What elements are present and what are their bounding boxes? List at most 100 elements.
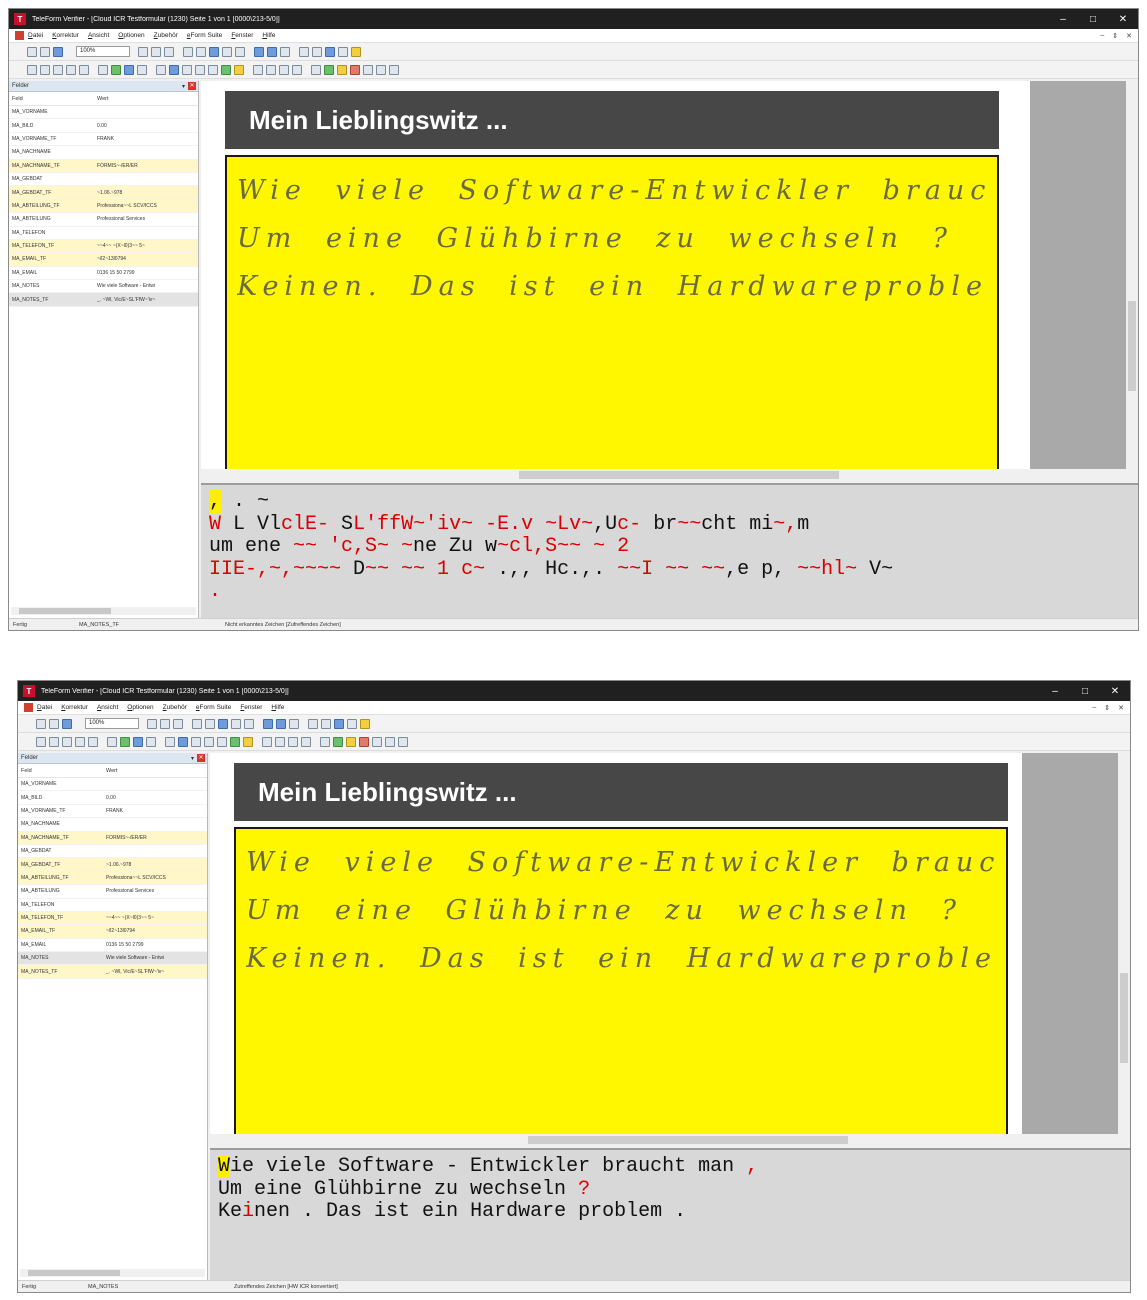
- maximize-button[interactable]: □: [1078, 14, 1108, 25]
- menu-item[interactable]: Fenster: [240, 704, 262, 711]
- reset-icon[interactable]: [88, 736, 98, 747]
- field-row[interactable]: MA_NOTES Wie viele Software - Entwi: [18, 952, 207, 966]
- flag-icon[interactable]: [359, 736, 369, 747]
- copy-icon[interactable]: [62, 718, 72, 729]
- grid-icon[interactable]: [320, 736, 330, 747]
- menu-item[interactable]: eForm Suite: [196, 704, 231, 711]
- minimize-button[interactable]: –: [1048, 14, 1078, 25]
- menu-item[interactable]: Datei: [28, 32, 43, 39]
- field-row[interactable]: MA_ABTEILUNG_TF Professiona~~L SCV/ICCS: [9, 199, 198, 214]
- menu-item[interactable]: Zubehör: [163, 704, 187, 711]
- undo-icon[interactable]: [53, 64, 63, 75]
- menu-item[interactable]: Fenster: [231, 32, 253, 39]
- ocr-line[interactable]: IIE-,~,~~~~ D~~ ~~ 1 c~ .,, Hc.,. ~~I ~~…: [209, 558, 1130, 582]
- close-icon[interactable]: ✕: [188, 82, 196, 90]
- zoom-select[interactable]: 100%: [85, 718, 139, 729]
- field-row[interactable]: MA_BILD 0.00: [18, 791, 207, 805]
- mdi-close-icon[interactable]: ✕: [1118, 704, 1124, 712]
- fit-page-icon[interactable]: [218, 718, 228, 729]
- field-row[interactable]: MA_GEBDAT: [9, 173, 198, 187]
- menu-item[interactable]: Ansicht: [97, 704, 118, 711]
- form-image-viewer[interactable]: Mein Lieblingswitz ... Wie viele Softwar…: [210, 753, 1130, 1146]
- zoom-out-icon[interactable]: [196, 46, 206, 57]
- fit-page-icon[interactable]: [209, 46, 219, 57]
- field-row[interactable]: MA_VORNAME_TF FRANK: [9, 133, 198, 147]
- mdi-close-icon[interactable]: ✕: [1126, 32, 1132, 40]
- flag-icon[interactable]: [350, 64, 360, 75]
- search-icon[interactable]: [165, 736, 175, 747]
- field-row[interactable]: MA_ABTEILUNG Professional Services: [18, 885, 207, 899]
- field-prev-icon[interactable]: [263, 718, 273, 729]
- reject-icon[interactable]: [40, 64, 50, 75]
- save-icon[interactable]: [36, 718, 46, 729]
- redo-icon[interactable]: [75, 736, 85, 747]
- batch-icon[interactable]: [253, 64, 263, 75]
- filter-icon[interactable]: [376, 64, 386, 75]
- refresh-icon[interactable]: [324, 64, 334, 75]
- column-header-field[interactable]: Feld: [18, 768, 106, 774]
- ocr-line[interactable]: Keinen . Das ist ein Hardware problem .: [218, 1200, 1122, 1224]
- zoom-select[interactable]: 100%: [76, 46, 130, 57]
- zoom-in-icon[interactable]: [183, 46, 193, 57]
- clipboard-icon[interactable]: [137, 64, 147, 75]
- field-row[interactable]: MA_NOTES_TF _. ~Wl, Vic/E~SL'FfW~'iv~: [18, 965, 207, 979]
- split-icon[interactable]: [266, 64, 276, 75]
- column-header-value[interactable]: Wert: [97, 96, 198, 102]
- lock-icon[interactable]: [204, 736, 214, 747]
- prev-page-icon[interactable]: [151, 46, 161, 57]
- viewer-horizontal-scrollbar[interactable]: [201, 469, 1138, 481]
- column-header-value[interactable]: Wert: [106, 768, 207, 774]
- field-row[interactable]: MA_NACHNAME: [9, 146, 198, 160]
- field-row[interactable]: MA_NACHNAME_TF FORMIS~-/ER/ER: [18, 831, 207, 845]
- undo-icon[interactable]: [62, 736, 72, 747]
- split-icon[interactable]: [275, 736, 285, 747]
- find-icon[interactable]: [280, 46, 290, 57]
- mdi-minimize-icon[interactable]: –: [1092, 704, 1096, 712]
- field-next-icon[interactable]: [276, 718, 286, 729]
- scroll-thumb[interactable]: [28, 1270, 120, 1276]
- highlight-icon[interactable]: [351, 46, 361, 57]
- zoom-out-icon[interactable]: [205, 718, 215, 729]
- form-image-viewer[interactable]: Mein Lieblingswitz ... Wie viele Softwar…: [201, 81, 1138, 481]
- batch-icon[interactable]: [262, 736, 272, 747]
- box-mode-icon[interactable]: [182, 64, 192, 75]
- accept-icon[interactable]: [27, 64, 37, 75]
- rotate-icon[interactable]: [244, 718, 254, 729]
- close-button[interactable]: ✕: [1108, 14, 1138, 25]
- image-view-icon[interactable]: [334, 718, 344, 729]
- field-row[interactable]: MA_VORNAME: [9, 106, 198, 120]
- column-header-field[interactable]: Feld: [9, 96, 97, 102]
- field-row[interactable]: MA_ABTEILUNG Professional Services: [9, 213, 198, 227]
- close-button[interactable]: ✕: [1100, 686, 1130, 697]
- next-page-icon[interactable]: [173, 718, 183, 729]
- scroll-thumb[interactable]: [528, 1136, 848, 1144]
- menu-item[interactable]: Optionen: [118, 32, 144, 39]
- accept-icon[interactable]: [36, 736, 46, 747]
- reject-icon[interactable]: [49, 736, 59, 747]
- fit-width-icon[interactable]: [231, 718, 241, 729]
- link-icon[interactable]: [217, 736, 227, 747]
- pen-icon[interactable]: [221, 64, 231, 75]
- layout-icon[interactable]: [308, 718, 318, 729]
- image-view-icon[interactable]: [325, 46, 335, 57]
- marker-icon[interactable]: [243, 736, 253, 747]
- redo-icon[interactable]: [66, 64, 76, 75]
- minimize-button[interactable]: –: [1040, 686, 1070, 697]
- fit-width-icon[interactable]: [222, 46, 232, 57]
- zoom-in-icon[interactable]: [192, 718, 202, 729]
- filter-icon[interactable]: [385, 736, 395, 747]
- field-row[interactable]: MA_GEBDAT_TF ~1.06.~978: [9, 186, 198, 200]
- pin-icon[interactable]: [363, 64, 373, 75]
- mdi-restore-icon[interactable]: ⇕: [1104, 704, 1110, 712]
- viewer-vertical-scrollbar[interactable]: [1126, 81, 1138, 469]
- menu-item[interactable]: Zubehör: [154, 32, 178, 39]
- clipboard-icon[interactable]: [146, 736, 156, 747]
- viewer-horizontal-scrollbar[interactable]: [210, 1134, 1130, 1146]
- menu-item[interactable]: Datei: [37, 704, 52, 711]
- ocr-text-editor[interactable]: , . ~ W L VlclE- SL'ffW~'iv~ -E.v ~Lv~,Uc…: [201, 483, 1138, 618]
- box-mode-icon[interactable]: [191, 736, 201, 747]
- menu-item[interactable]: Optionen: [127, 704, 153, 711]
- ocr-line[interactable]: Wie viele Software - Entwickler braucht …: [218, 1155, 1122, 1179]
- layout-icon[interactable]: [299, 46, 309, 57]
- pin-icon[interactable]: [372, 736, 382, 747]
